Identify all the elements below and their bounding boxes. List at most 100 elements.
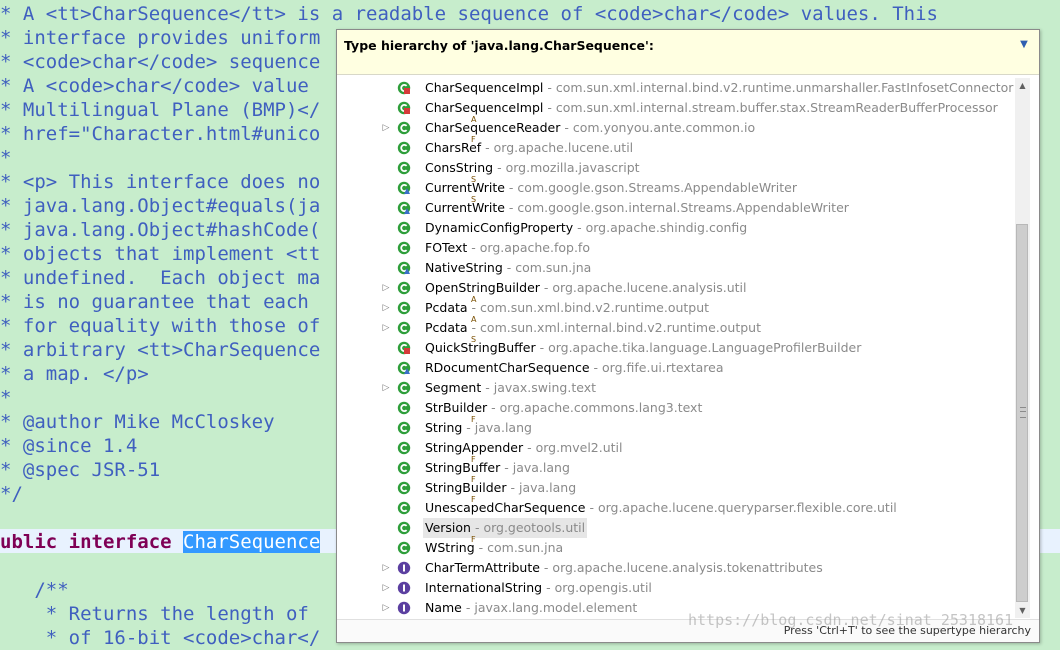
expand-arrow-icon[interactable]: ▷ [381,378,391,398]
class-icon: A [397,295,476,315]
package-name: org.opengis.util [554,580,652,595]
type-name: NativeString [425,260,503,275]
hierarchy-row[interactable]: F StringBuffer - java.lang [337,455,1015,478]
package-name: org.apache.commons.lang3.text [499,400,703,415]
type-name: Pcdata [425,300,468,315]
hierarchy-row[interactable]: CharSequenceImpl - com.sun.xml.internal.… [337,78,1015,98]
hierarchy-row[interactable]: F String - java.lang [337,415,1015,438]
class-icon [397,161,411,175]
hierarchy-row[interactable]: ▷ CharTermAttribute - org.apache.lucene.a… [337,558,1015,578]
separator: - [467,320,481,335]
type-name: Name [425,600,462,615]
package-name: com.sun.jna [515,260,592,275]
type-name: ConsString [425,160,494,175]
row-label: StringBuffer - java.lang [423,458,572,478]
code-line: * a map. </p> [0,363,149,385]
expand-arrow-icon[interactable]: ▷ [381,558,391,578]
separator: - [461,600,475,615]
vertical-scrollbar[interactable]: ▲ ▼ [1015,78,1030,618]
expand-arrow-icon[interactable]: ▷ [381,298,391,318]
code-line: /** [0,579,69,601]
code-line: * java.lang.Object#equals(ja [0,195,321,217]
separator: - [543,100,556,115]
separator: - [467,240,480,255]
separator: - [474,540,488,555]
code-line: * href="Character.html#unico [0,123,321,145]
package-name: com.google.gson.Streams.AppendableWriter [517,180,797,195]
hierarchy-row[interactable]: ▷ A Pcdata - com.sun.xml.bind.v2.runtime.o… [337,295,1015,318]
watermark: https://blog.csdn.net/sinat_25318161 [688,611,1014,629]
scroll-thumb[interactable] [1016,224,1028,602]
expand-arrow-icon[interactable]: ▷ [381,278,391,298]
hierarchy-row[interactable]: S CurrentWrite - com.google.gson.internal… [337,195,1015,218]
package-name: com.sun.xml.internal.bind.v2.runtime.unm… [555,80,1014,95]
hierarchy-row[interactable]: ConsString - org.mozilla.javascript [337,158,1015,178]
separator: - [470,520,484,535]
hierarchy-row[interactable]: RDocumentCharSequence - org.fife.ui.rtex… [337,358,1015,378]
type-name: InternationalString [425,580,543,595]
class-default-icon [397,361,411,375]
code-line: * arbitrary <tt>CharSequence [0,339,321,361]
type-name: StringBuilder [425,480,507,495]
code-line: * <code>char</code> sequence [0,51,321,73]
row-label: Segment - javax.swing.text [423,378,598,398]
view-menu-dropdown-icon[interactable]: ▼ [1018,40,1030,50]
hierarchy-row[interactable]: S CurrentWrite - com.google.gson.Streams.… [337,175,1015,198]
type-name: Segment [425,380,482,395]
code-line: * @spec JSR-51 [0,459,161,481]
hierarchy-row[interactable]: F WString - com.sun.jna [337,535,1015,558]
class-private-icon: S [397,335,476,355]
package-name: org.geotools.util [483,520,586,535]
row-label: String - java.lang [423,418,534,438]
type-name: WString [425,540,475,555]
hierarchy-row[interactable]: F CharsRef - org.apache.lucene.util [337,135,1015,158]
hierarchy-row[interactable]: FOText - org.apache.fop.fo [337,238,1015,258]
hierarchy-row[interactable]: CharSequenceImpl - com.sun.xml.internal.… [337,98,1015,118]
class-icon [397,521,411,535]
class-icon: F [397,455,476,475]
hierarchy-row[interactable]: Version - org.geotools.util [337,518,1015,538]
class-icon [397,281,411,295]
class-default-icon: S [397,195,476,215]
row-label: CurrentWrite - com.google.gson.internal.… [423,198,851,218]
hierarchy-row[interactable]: F UnescapedCharSequence - org.apache.luce… [337,495,1015,518]
expand-arrow-icon[interactable]: ▷ [381,318,391,338]
hierarchy-row[interactable]: F StringBuilder - java.lang [337,475,1015,498]
hierarchy-row[interactable]: StringAppender - org.mvel2.util [337,438,1015,458]
hierarchy-row[interactable]: ▷ A CharSequenceReader - com.yonyou.ante.c… [337,115,1015,138]
hierarchy-row[interactable]: ▷ OpenStringBuilder - org.apache.lucene.a… [337,278,1015,298]
package-name: org.fife.ui.rtextarea [602,360,724,375]
row-label: WString - com.sun.jna [423,538,565,558]
row-label: StrBuilder - org.apache.commons.lang3.te… [423,398,704,418]
hierarchy-row[interactable]: ▷ InternationalString - org.opengis.util [337,578,1015,598]
hierarchy-row[interactable]: ▷ Segment - javax.swing.text [337,378,1015,398]
code-line: * [0,147,12,169]
hierarchy-tree[interactable]: CharSequenceImpl - com.sun.xml.internal.… [337,78,1015,618]
separator: - [560,120,573,135]
type-name: QuickStringBuffer [425,340,536,355]
row-label: Pcdata - com.sun.xml.bind.v2.runtime.out… [423,298,711,318]
class-icon: F [397,415,476,435]
code-line: * java.lang.Object#hashCode( [0,219,321,241]
selected-identifier[interactable]: CharSequence [183,531,321,553]
code-line: * @since 1.4 [0,435,138,457]
type-name: CharTermAttribute [425,560,540,575]
hierarchy-row[interactable]: NativeString - com.sun.jna [337,258,1015,278]
separator: - [481,140,494,155]
expand-arrow-icon[interactable]: ▷ [381,598,391,618]
type-name: StringBuffer [425,460,501,475]
separator: - [493,160,506,175]
hierarchy-row[interactable]: S QuickStringBuffer - org.apache.tika.lan… [337,335,1015,358]
hierarchy-row[interactable]: DynamicConfigProperty - org.apache.shind… [337,218,1015,238]
class-icon: F [397,475,476,495]
separator: - [539,560,553,575]
row-label: UnescapedCharSequence - org.apache.lucen… [423,498,899,518]
expand-arrow-icon[interactable]: ▷ [381,118,391,138]
hierarchy-row[interactable]: ▷ A Pcdata - com.sun.xml.internal.bind.v2.… [337,315,1015,338]
scroll-down-arrow-icon[interactable]: ▼ [1015,603,1030,618]
hierarchy-row[interactable]: StrBuilder - org.apache.commons.lang3.te… [337,398,1015,418]
scroll-up-arrow-icon[interactable]: ▲ [1015,78,1030,93]
expand-arrow-icon[interactable]: ▷ [381,578,391,598]
code-line: * <p> This interface does no [0,171,321,193]
package-name: com.sun.xml.bind.v2.runtime.output [480,300,710,315]
